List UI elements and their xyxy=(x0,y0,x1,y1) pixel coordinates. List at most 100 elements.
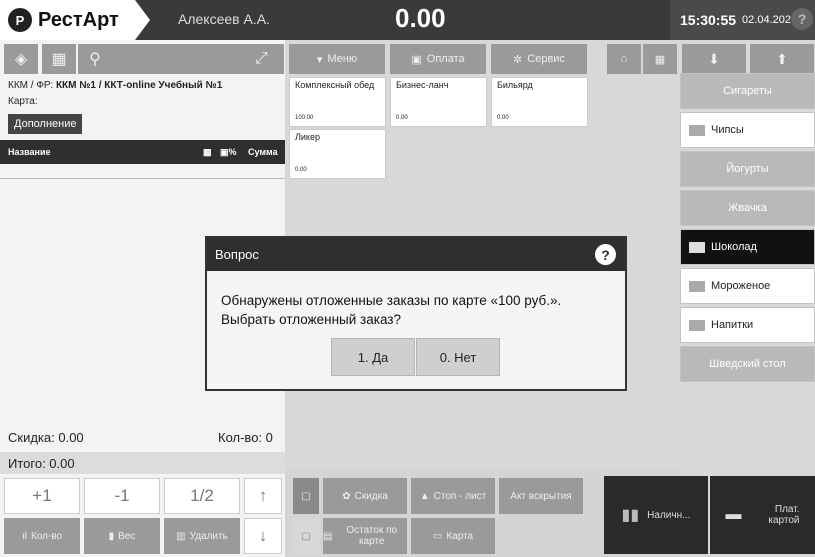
grid-button[interactable]: ▦ xyxy=(643,44,677,74)
tab-menu[interactable]: ▾ Меню xyxy=(289,44,385,74)
menu-tile[interactable]: Бизнес-ланч 0.00 xyxy=(390,77,487,127)
card-scan-button[interactable]: ◈ xyxy=(4,44,38,74)
category-item[interactable]: Шоколад xyxy=(680,229,815,265)
tile-name: Бильярд xyxy=(497,80,533,90)
expand-icon[interactable]: ⤢ xyxy=(255,50,268,68)
dialog-header: Вопрос xyxy=(207,238,625,271)
folder-icon xyxy=(689,124,705,136)
addon-button[interactable]: Дополнение xyxy=(8,114,83,134)
balance-icon: ▤ xyxy=(323,530,333,542)
category-item[interactable]: Напитки xyxy=(680,307,815,343)
question-dialog: Вопрос ? Обнаружены отложенные заказы по… xyxy=(205,236,627,391)
dialog-title: Вопрос xyxy=(215,247,259,262)
delete-label: Удалить xyxy=(189,530,228,542)
dialog-message-line: Обнаружены отложенные заказы по карте «1… xyxy=(221,293,562,308)
category-item[interactable]: Йогурты xyxy=(680,151,815,187)
payment-icon: ▣ xyxy=(411,53,422,66)
date: 02.04.2020 xyxy=(742,14,798,26)
logo-icon: Р xyxy=(8,8,32,32)
act-label: Акт вскрытия xyxy=(510,490,572,502)
half-key[interactable]: 1/2 xyxy=(164,478,240,514)
order-table-header: Название ▦ ▣% Сумма xyxy=(0,140,285,164)
discount-label: Скидка xyxy=(354,490,388,502)
category-item[interactable]: Шведский стол xyxy=(680,346,815,382)
category-item[interactable]: Чипсы xyxy=(680,112,815,148)
tab-payment-label: Оплата xyxy=(426,53,465,65)
tile-price: 0.00 xyxy=(497,115,509,122)
menu-tile[interactable]: Ликер 0.00 xyxy=(289,129,386,179)
tile-price: 0.00 xyxy=(396,115,408,122)
col-name: Название xyxy=(8,147,51,157)
discount-icon: ✿ xyxy=(342,490,351,502)
folder-icon xyxy=(689,241,705,253)
category-label: Шоколад xyxy=(711,241,757,253)
arrow-down-icon: ↓ xyxy=(258,526,268,545)
cash-payment-button[interactable]: ▮▮ Наличн... xyxy=(604,476,708,554)
tab-service[interactable]: ✲ Сервис xyxy=(491,44,587,74)
card-balance-button[interactable]: ▤ Остаток по карте xyxy=(323,518,407,554)
menu-tile[interactable]: Бильярд 0.00 xyxy=(491,77,588,127)
category-item[interactable]: Жвачка xyxy=(680,190,815,226)
help-icon[interactable]: ? xyxy=(595,244,616,265)
category-down-button[interactable]: ⬇ xyxy=(682,44,746,74)
gear-icon: ✲ xyxy=(513,53,523,66)
user-name: Алексеев А.А. xyxy=(178,11,270,27)
category-label: Напитки xyxy=(711,319,754,331)
arrow-up-icon: ⬆ xyxy=(776,50,788,67)
arrow-up-button[interactable]: ↑ xyxy=(244,478,282,514)
bars-icon: ıl xyxy=(21,530,27,542)
tab-payment[interactable]: ▣ Оплата xyxy=(390,44,486,74)
calculator-col-icon: ▦ xyxy=(203,146,212,157)
discount-total: Скидка: 0.00 xyxy=(8,430,84,445)
card-pay-label: Плат. картой xyxy=(768,504,800,526)
act-button[interactable]: Акт вскрытия xyxy=(499,478,583,514)
calculator-icon: ▦ xyxy=(51,51,67,68)
calculator-button[interactable]: ▦ xyxy=(42,44,76,74)
home-button[interactable]: ⌂ xyxy=(607,44,641,74)
card-balance-label: Остаток по карте xyxy=(346,525,398,547)
tile-name: Бизнес-ланч xyxy=(396,80,449,90)
menu-tile[interactable]: Комплексный обед 100.00 xyxy=(289,77,386,127)
yes-button[interactable]: 1. Да xyxy=(331,338,415,376)
grand-total-text: Итого: 0.00 xyxy=(8,455,75,471)
kkm-info: ККМ / ФР: ККМ №1 / ККТ-online Учебный №1 xyxy=(8,80,222,91)
page-1-button[interactable]: ▢ xyxy=(293,478,319,514)
card-payment-button[interactable]: ▬ Плат. картой xyxy=(710,476,815,554)
page-1-icon: ▢ xyxy=(301,490,311,502)
category-item[interactable]: Мороженое xyxy=(680,268,815,304)
weight-icon: ▮ xyxy=(108,530,115,542)
stoplist-label: Стоп - лист xyxy=(433,490,487,502)
arrow-down-button[interactable]: ↓ xyxy=(244,518,282,554)
help-icon[interactable]: ? xyxy=(791,8,813,30)
delete-button[interactable]: ▥ Удалить xyxy=(164,518,240,554)
quantity-button[interactable]: ıl Кол-во xyxy=(4,518,80,554)
card-label-btn: Карта xyxy=(446,530,474,542)
category-label: Сигареты xyxy=(723,85,772,97)
tab-service-label: Сервис xyxy=(527,53,565,65)
category-label: Мороженое xyxy=(711,280,771,292)
page-2-button[interactable]: ▢ xyxy=(293,518,319,554)
category-up-button[interactable]: ⬆ xyxy=(750,44,814,74)
minus-one-key[interactable]: -1 xyxy=(84,478,160,514)
weight-label: Вес xyxy=(118,530,136,542)
stoplist-button[interactable]: ▲ Стоп - лист xyxy=(411,478,495,514)
weight-button[interactable]: ▮ Вес xyxy=(84,518,160,554)
card-icon: ◈ xyxy=(14,51,28,68)
plus-one-key[interactable]: +1 xyxy=(4,478,80,514)
discount-button[interactable]: ✿ Скидка xyxy=(323,478,407,514)
app-logo: Р РестАрт xyxy=(0,0,150,40)
category-item[interactable]: Сигареты xyxy=(680,73,815,109)
percent-col-icon: ▣% xyxy=(220,146,237,157)
card-button[interactable]: ▭ Карта xyxy=(411,518,495,554)
page-2-icon: ▢ xyxy=(301,530,311,542)
arrow-down-icon: ⬇ xyxy=(708,50,720,67)
quantity-total: Кол-во: 0 xyxy=(218,430,273,445)
tile-name: Комплексный обед xyxy=(295,80,375,90)
credit-card-icon: ▭ xyxy=(432,530,443,542)
category-label: Йогурты xyxy=(726,163,769,175)
search-button[interactable]: ⚲ xyxy=(78,44,112,74)
arrow-up-icon: ↑ xyxy=(258,486,268,505)
kkm-value: ККМ №1 / ККТ-online Учебный №1 xyxy=(55,80,223,91)
category-label: Чипсы xyxy=(711,124,744,136)
no-button[interactable]: 0. Нет xyxy=(416,338,500,376)
